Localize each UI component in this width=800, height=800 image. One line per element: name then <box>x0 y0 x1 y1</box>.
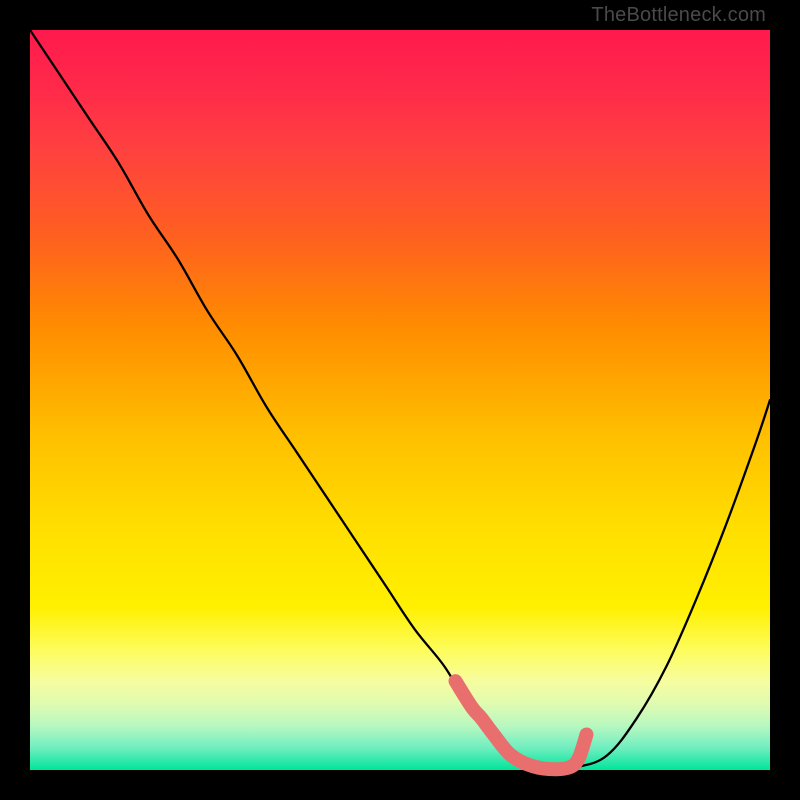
bottleneck-curve <box>30 30 770 769</box>
valley-highlight <box>456 681 587 769</box>
watermark-text: TheBottleneck.com <box>591 4 766 27</box>
curve-plot <box>30 30 770 770</box>
